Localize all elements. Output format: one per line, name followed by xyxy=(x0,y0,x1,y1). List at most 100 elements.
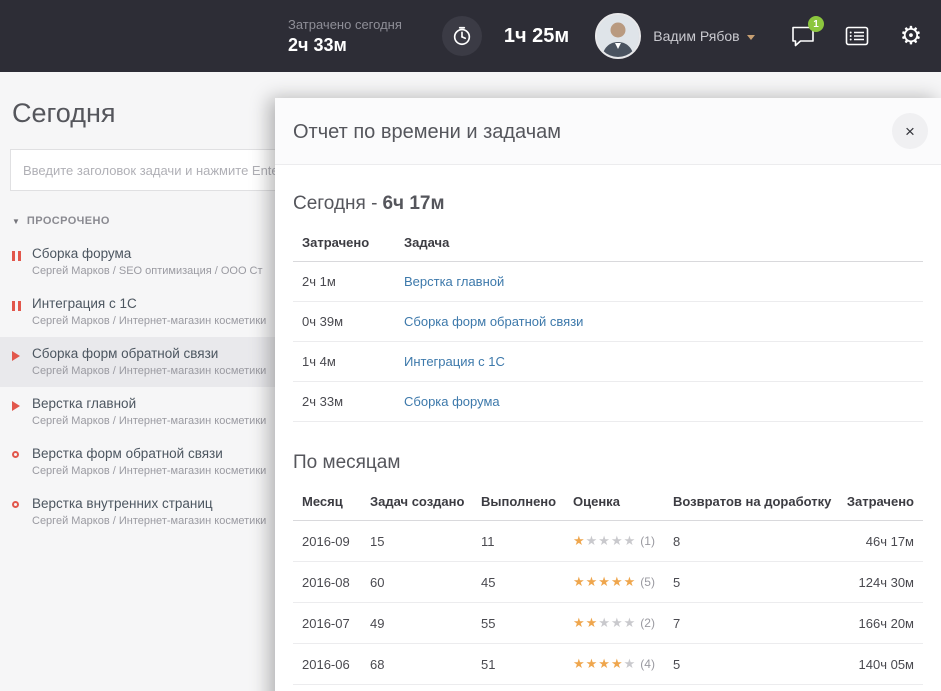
today-total-time: 6ч 17м xyxy=(382,193,444,214)
col-tasks-created: Задач создано xyxy=(361,494,472,509)
time-spent: 0ч 39м xyxy=(293,314,395,329)
timer-button[interactable] xyxy=(442,16,482,56)
spent-today-value: 2ч 33м xyxy=(288,35,402,56)
stars-empty: ★★★★ xyxy=(586,533,637,548)
col-spent: Затрачено xyxy=(836,494,923,509)
timer-value: 1ч 25м xyxy=(504,25,569,48)
monthly-report-row: 2016-066851★★★★★(4)5140ч 05м xyxy=(293,644,923,685)
task-link[interactable]: Верстка главной xyxy=(395,274,923,289)
time-spent-total: 166ч 20м xyxy=(836,616,923,631)
rating-stars: ★★★★★(4) xyxy=(564,656,664,672)
rating-count: (1) xyxy=(640,534,655,548)
task-status-play-icon[interactable] xyxy=(12,351,20,361)
stars-empty: ★ xyxy=(624,656,637,671)
today-report-row: 0ч 39мСборка форм обратной связи xyxy=(293,302,923,342)
tasks-done: 11 xyxy=(472,534,564,549)
collapse-triangle-icon: ▼ xyxy=(12,217,20,226)
time-spent-total: 46ч 17м xyxy=(836,534,923,549)
topbar: Затрачено сегодня 2ч 33м 1ч 25м Вадим Ря… xyxy=(0,0,941,72)
monthly-table-body: 2016-091511★★★★★(1)846ч 17м2016-086045★★… xyxy=(293,521,923,691)
tasks-created: 68 xyxy=(361,657,472,672)
returns-count: 7 xyxy=(664,616,836,631)
tasks-created: 49 xyxy=(361,616,472,631)
today-table: Затрачено Задача 2ч 1мВерстка главной0ч … xyxy=(293,227,923,422)
rating-stars: ★★★★★ (2) xyxy=(564,615,664,631)
reports-button[interactable] xyxy=(843,22,871,50)
rating-count: (5) xyxy=(640,575,655,589)
rating-stars: ★★★★★(1) xyxy=(564,533,664,549)
returns-count: 5 xyxy=(664,657,836,672)
today-report-row: 1ч 4мИнтеграция с 1С xyxy=(293,342,923,382)
monthly-heading: По месяцам xyxy=(293,452,923,474)
rating-count: (2) xyxy=(640,616,655,630)
task-status-play-icon[interactable] xyxy=(12,401,20,411)
monthly-table-header: Месяц Задач создано Выполнено Оценка Воз… xyxy=(293,486,923,521)
task-status-pause-icon[interactable] xyxy=(12,301,21,311)
user-name: Вадим Рябов xyxy=(653,28,739,44)
spent-today-block: Затрачено сегодня 2ч 33м xyxy=(288,17,402,56)
stars-filled: ★★ xyxy=(573,615,598,630)
report-list-icon xyxy=(845,26,869,46)
monthly-report-row: 2016-091511★★★★★(1)846ч 17м xyxy=(293,521,923,562)
month: 2016-06 xyxy=(293,657,361,672)
clock-icon xyxy=(451,25,473,47)
chevron-down-icon xyxy=(747,35,755,40)
col-month: Месяц xyxy=(293,494,361,509)
today-table-body: 2ч 1мВерстка главной0ч 39мСборка форм об… xyxy=(293,262,923,422)
stars-filled: ★ xyxy=(573,533,586,548)
today-report-row: 2ч 33мСборка форума xyxy=(293,382,923,422)
main-area: Сегодня ▼ ПРОСРОЧЕНО Сборка форумаСергей… xyxy=(0,98,941,691)
time-spent-total: 140ч 05м xyxy=(836,657,923,672)
report-panel: Отчет по времени и задачам × Сегодня -6ч… xyxy=(275,98,941,691)
time-spent: 1ч 4м xyxy=(293,354,395,369)
chat-badge: 1 xyxy=(808,16,824,32)
task-status-circle-icon[interactable] xyxy=(12,501,19,508)
report-panel-body: Сегодня -6ч 17м Затрачено Задача 2ч 1мВе… xyxy=(275,165,941,691)
returns-count: 8 xyxy=(664,534,836,549)
tasks-done: 55 xyxy=(472,616,564,631)
task-link[interactable]: Сборка форума xyxy=(395,394,923,409)
col-time-spent: Затрачено xyxy=(293,235,395,250)
tasks-done: 51 xyxy=(472,657,564,672)
settings-button[interactable]: ⚙ xyxy=(897,22,925,50)
avatar[interactable] xyxy=(595,13,641,59)
monthly-report-row: 2016-086045 ★★★★★ (5) 5124ч 30м xyxy=(293,562,923,603)
returns-count: 5 xyxy=(664,575,836,590)
task-link[interactable]: Сборка форм обратной связи xyxy=(395,314,923,329)
report-panel-header: Отчет по времени и задачам × xyxy=(275,98,941,165)
month: 2016-09 xyxy=(293,534,361,549)
month: 2016-07 xyxy=(293,616,361,631)
stars-filled: ★★★★★ xyxy=(573,574,636,589)
col-tasks-done: Выполнено xyxy=(472,494,564,509)
stars-filled: ★★★★ xyxy=(573,656,624,671)
today-table-header: Затрачено Задача xyxy=(293,227,923,262)
today-summary-heading: Сегодня -6ч 17м xyxy=(293,193,923,215)
tasks-created: 15 xyxy=(361,534,472,549)
stars-empty: ★★★ xyxy=(598,615,636,630)
col-rating: Оценка xyxy=(564,494,664,509)
chat-button[interactable]: 1 xyxy=(789,22,817,50)
spent-today-label: Затрачено сегодня xyxy=(288,17,402,32)
time-spent: 2ч 33м xyxy=(293,394,395,409)
month: 2016-08 xyxy=(293,575,361,590)
gear-icon: ⚙ xyxy=(900,24,922,49)
tasks-done: 45 xyxy=(472,575,564,590)
close-button[interactable]: × xyxy=(892,113,928,149)
time-spent: 2ч 1м xyxy=(293,274,395,289)
panel-title: Отчет по времени и задачам xyxy=(293,121,881,144)
user-menu[interactable]: Вадим Рябов xyxy=(595,13,754,59)
task-status-pause-icon[interactable] xyxy=(12,251,21,261)
monthly-report-row: 2016-074955 ★★★★★ (2) 7166ч 20м xyxy=(293,603,923,644)
tasks-created: 60 xyxy=(361,575,472,590)
col-returns: Возвратов на доработку xyxy=(664,494,836,509)
col-task: Задача xyxy=(395,235,923,250)
rating-count: (4) xyxy=(640,657,655,671)
task-status-circle-icon[interactable] xyxy=(12,451,19,458)
rating-stars: ★★★★★ (5) xyxy=(564,574,664,590)
today-report-row: 2ч 1мВерстка главной xyxy=(293,262,923,302)
task-link[interactable]: Интеграция с 1С xyxy=(395,354,923,369)
section-label: ПРОСРОЧЕНО xyxy=(27,215,110,227)
time-spent-total: 124ч 30м xyxy=(836,575,923,590)
topbar-icons: 1 ⚙ xyxy=(789,22,941,50)
monthly-report-row: 2016-053942★★★★★(3)10146ч 15м xyxy=(293,685,923,691)
